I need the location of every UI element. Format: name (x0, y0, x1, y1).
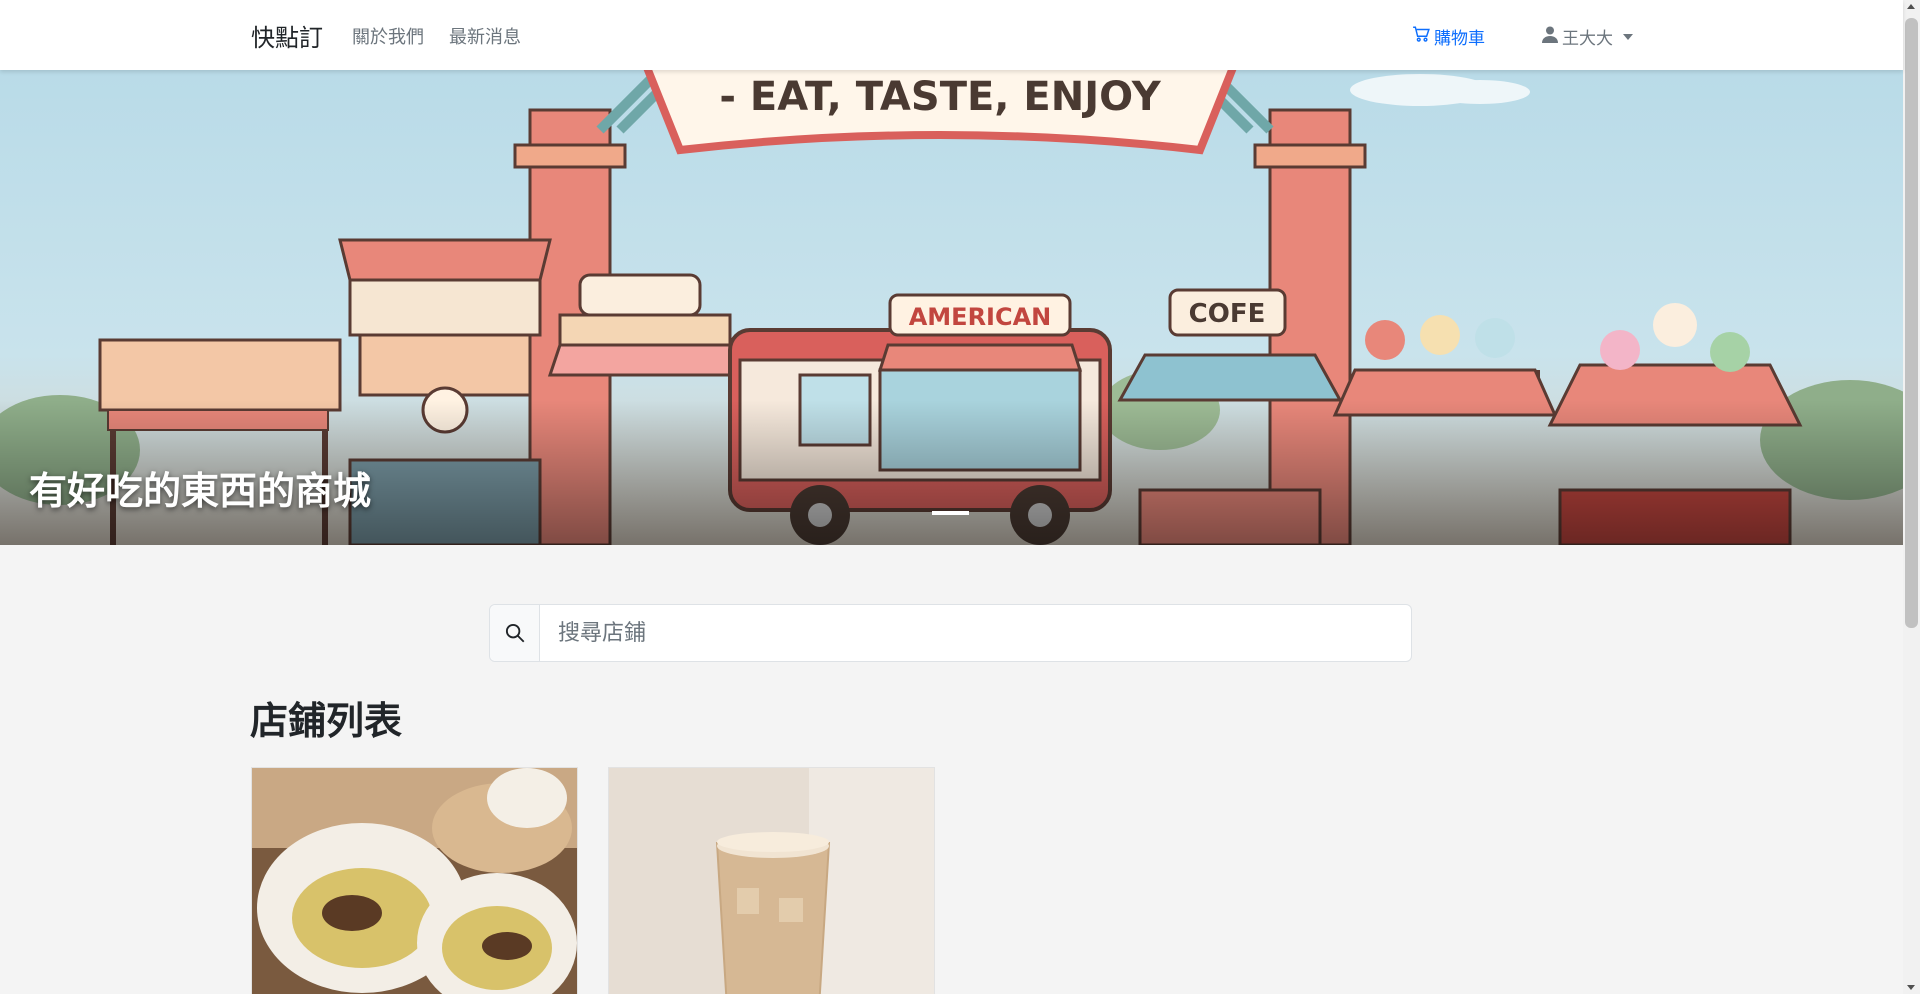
cart-label: 購物車 (1434, 29, 1485, 49)
steamed-bun-photo (252, 768, 577, 994)
carousel-indicator[interactable] (932, 511, 969, 515)
user-menu-toggle[interactable]: 王大大 (1542, 24, 1633, 49)
page-scrollbar[interactable] (1903, 0, 1920, 994)
shop-search-group (489, 604, 1412, 662)
truck-sign-text: AMERICAN (909, 303, 1052, 331)
scroll-thumb[interactable] (1905, 18, 1918, 628)
cart-icon (1412, 25, 1430, 48)
shop-list-title: 店鋪列表 (250, 699, 403, 743)
hero-caption: 有好吃的東西的商城 (29, 469, 372, 513)
user-name: 王大大 (1562, 29, 1613, 49)
nav-link-about[interactable]: 關於我們 (352, 23, 424, 49)
scroll-up-icon[interactable] (1907, 4, 1915, 9)
shop-search-input[interactable] (540, 605, 1411, 661)
nav-link-news[interactable]: 最新消息 (449, 23, 521, 49)
shop-card[interactable] (608, 767, 935, 994)
iced-milk-tea-photo (609, 768, 934, 994)
top-navbar: 快點訂 關於我們 最新消息 購物車 王大大 (0, 0, 1903, 70)
person-icon (1542, 26, 1558, 48)
shop-card[interactable] (251, 767, 578, 994)
hero-carousel: - EAT, TASTE, ENJOY AMERICAN COFE 有好吃的東西… (0, 70, 1903, 545)
search-icon (490, 605, 540, 661)
scroll-down-icon[interactable] (1907, 985, 1915, 990)
brand-logo[interactable]: 快點訂 (251, 18, 323, 53)
stand-sign-text: COFE (1189, 299, 1266, 329)
caret-down-icon (1623, 33, 1633, 40)
arch-sign-text: - EAT, TASTE, ENJOY (719, 74, 1161, 120)
cart-link[interactable]: 購物車 (1412, 24, 1485, 49)
